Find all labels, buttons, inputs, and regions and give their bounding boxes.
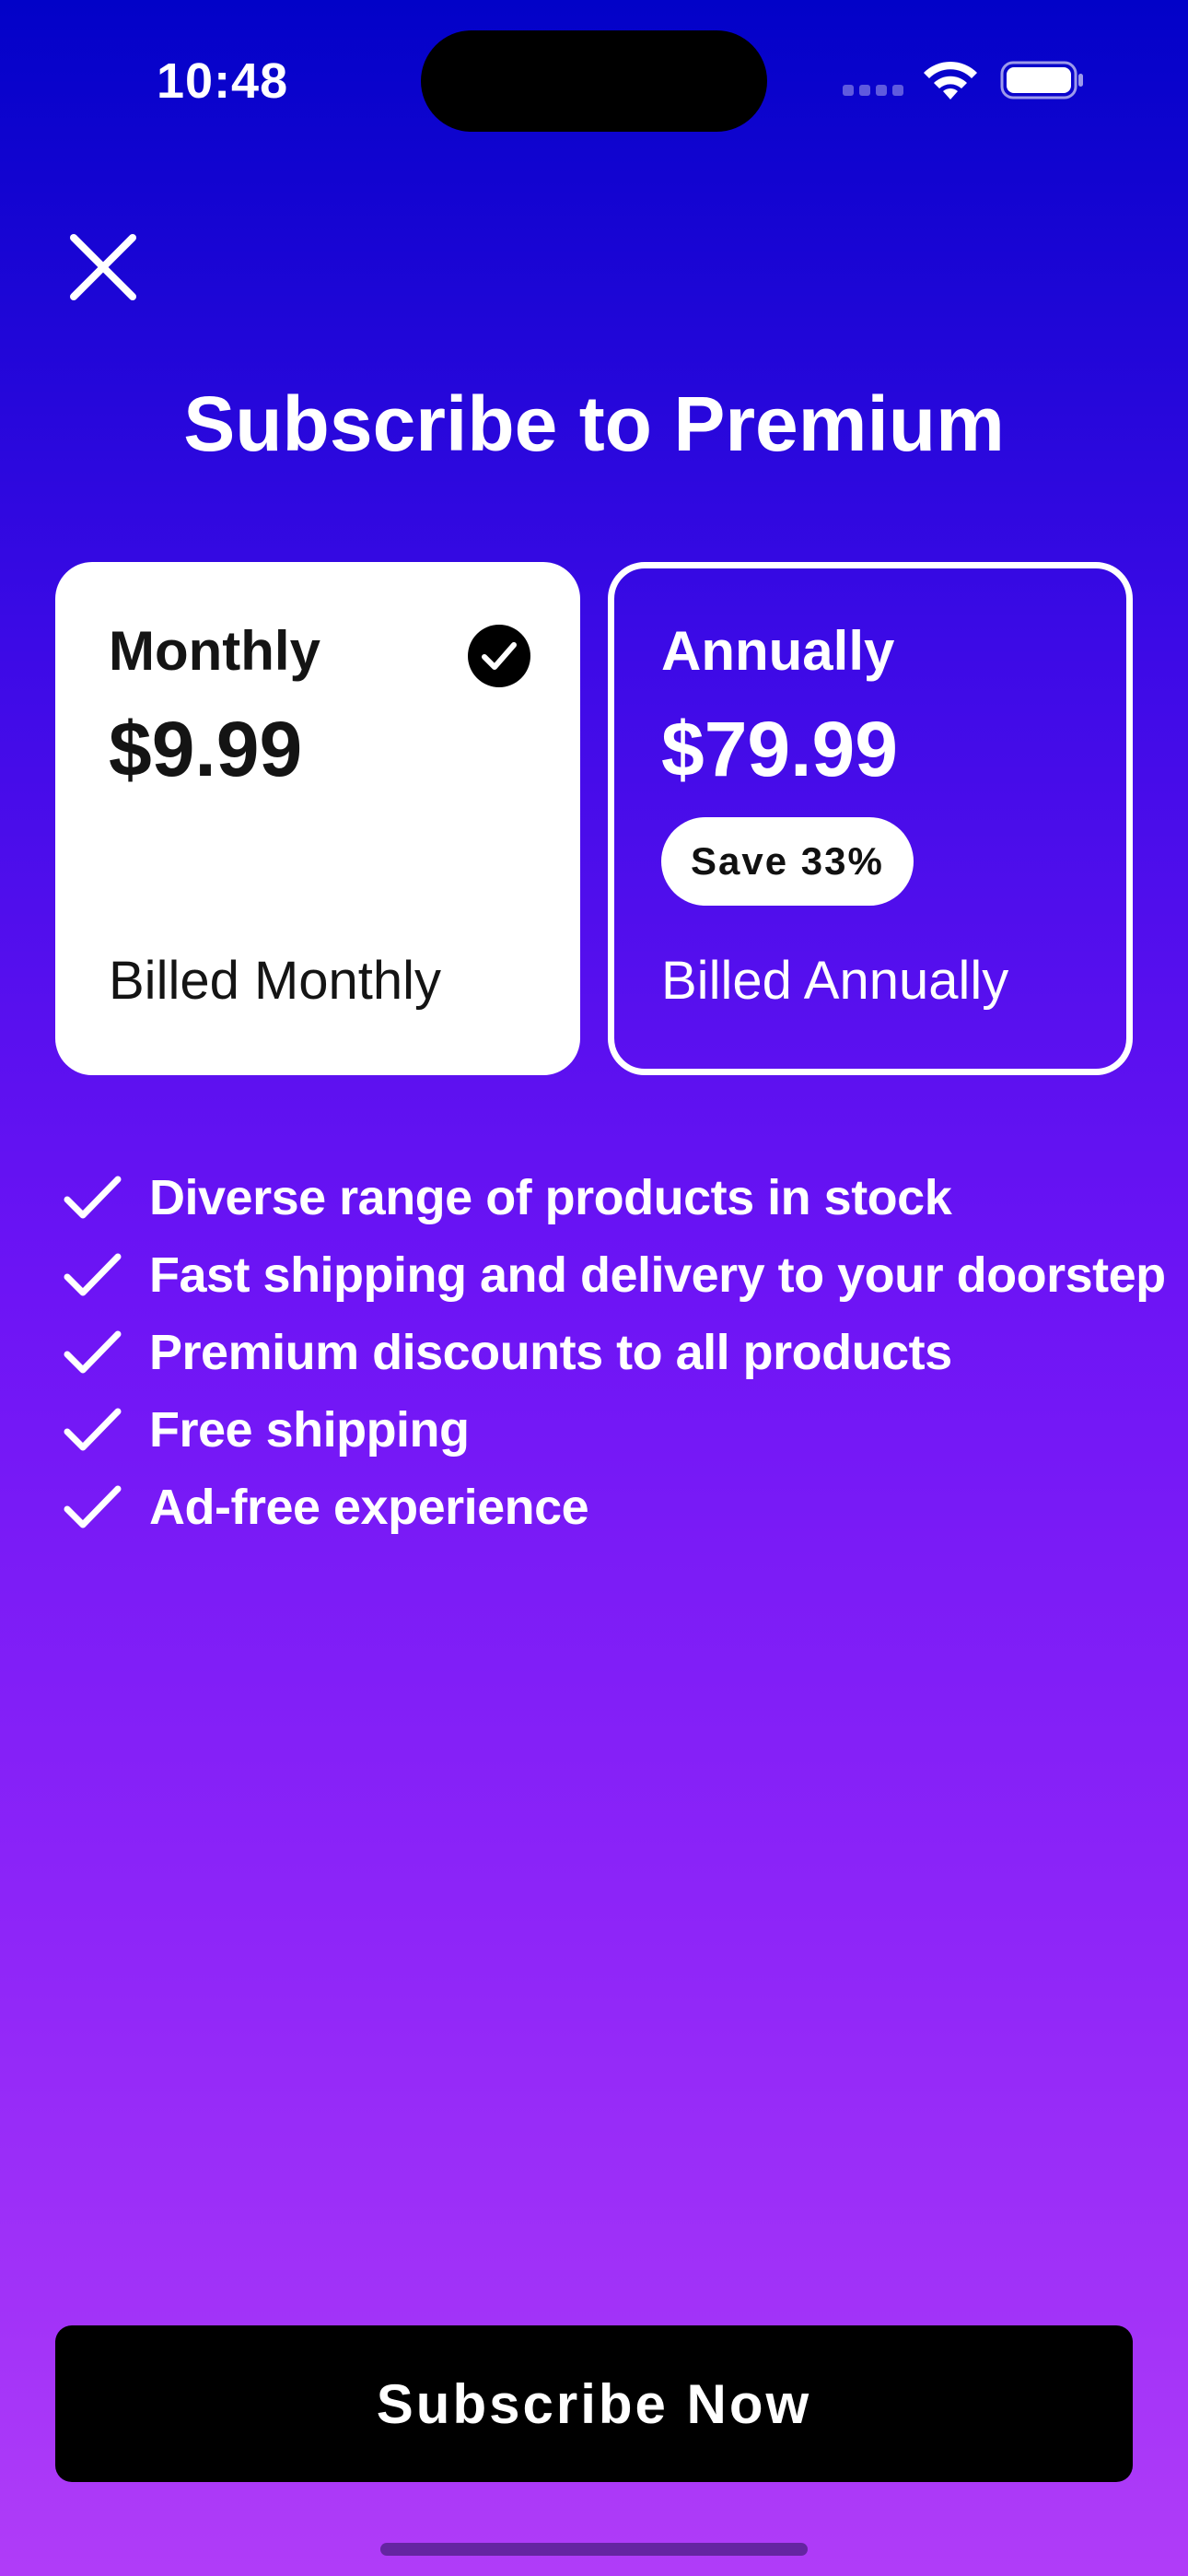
feature-text: Free shipping (149, 1402, 470, 1458)
feature-item: Diverse range of products in stock (63, 1159, 1166, 1236)
feature-item: Premium discounts to all products (63, 1314, 1166, 1391)
cellular-signal-icon (843, 85, 905, 100)
feature-text: Fast shipping and delivery to your doors… (149, 1247, 1166, 1303)
close-button[interactable] (68, 232, 138, 302)
checkmark-icon (64, 1176, 122, 1219)
plan-name: Monthly (109, 620, 320, 682)
checkmark-icon (64, 1485, 122, 1528)
status-time: 10:48 (157, 53, 289, 109)
plan-card-annually[interactable]: Annually $79.99 Save 33% Billed Annually (608, 562, 1133, 1075)
feature-text: Ad-free experience (149, 1480, 589, 1535)
dynamic-island (421, 30, 767, 132)
save-badge: Save 33% (661, 817, 914, 906)
home-indicator[interactable] (380, 2543, 808, 2556)
plan-price: $79.99 (661, 706, 898, 792)
plan-name: Annually (661, 620, 895, 682)
plan-billing: Billed Monthly (109, 951, 442, 1011)
plan-price: $9.99 (109, 706, 303, 792)
feature-item: Free shipping (63, 1391, 1166, 1469)
wifi-icon (924, 61, 977, 100)
checkmark-icon (64, 1330, 122, 1374)
battery-icon (1000, 61, 1083, 100)
subscribe-now-button[interactable]: Subscribe Now (55, 2325, 1133, 2482)
feature-item: Fast shipping and delivery to your doors… (63, 1236, 1166, 1314)
subscribe-button-label: Subscribe Now (376, 2372, 812, 2435)
page-title: Subscribe to Premium (183, 381, 1005, 467)
feature-text: Diverse range of products in stock (149, 1170, 952, 1225)
checkmark-circle-icon (468, 625, 530, 687)
plan-billing: Billed Annually (661, 951, 1009, 1011)
feature-list: Diverse range of products in stock Fast … (63, 1159, 1166, 1546)
checkmark-icon (64, 1253, 122, 1296)
feature-text: Premium discounts to all products (149, 1325, 952, 1380)
plan-card-monthly[interactable]: Monthly $9.99 Billed Monthly (55, 562, 580, 1075)
close-icon (70, 234, 136, 300)
feature-item: Ad-free experience (63, 1469, 1166, 1546)
checkmark-icon (64, 1408, 122, 1451)
